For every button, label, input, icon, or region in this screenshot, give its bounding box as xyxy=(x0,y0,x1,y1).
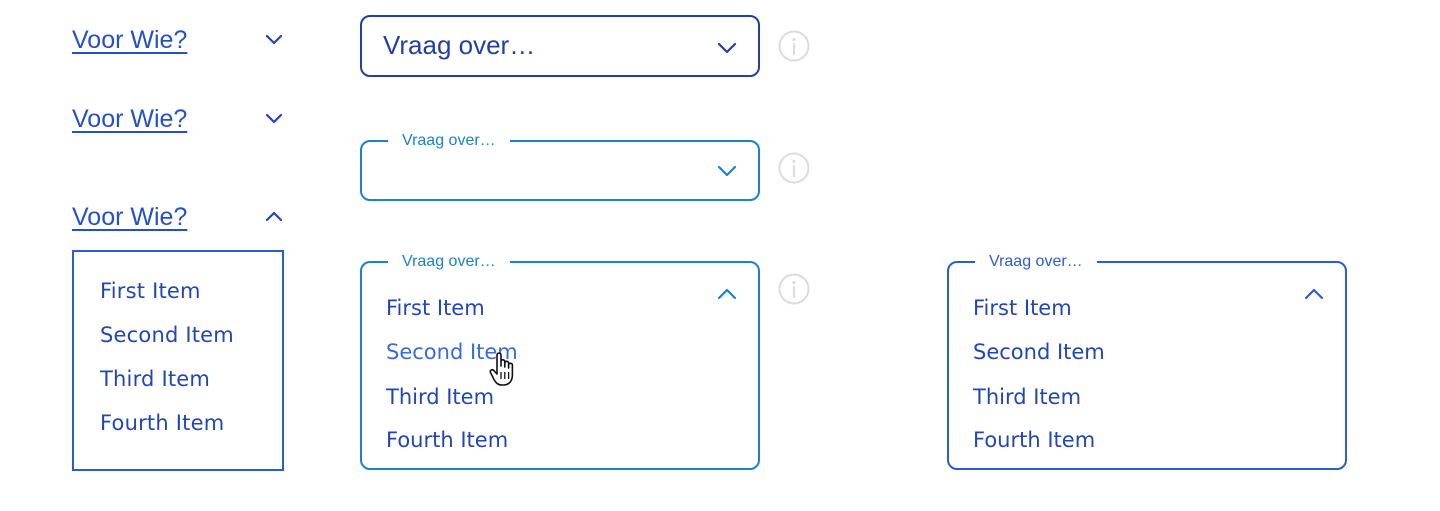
hand-cursor-icon xyxy=(489,352,514,386)
voor-wie-dropdown-3[interactable]: Voor Wie? xyxy=(72,202,288,238)
select-value: Vraag over… xyxy=(383,30,536,60)
vraag-over-select-open-hover[interactable]: Vraag over… First Item Second Item Third… xyxy=(360,253,760,470)
voor-wie-link[interactable]: Voor Wie? xyxy=(72,202,187,232)
list-item[interactable]: First Item xyxy=(100,278,201,304)
select-floating-label: Vraag over… xyxy=(388,132,510,150)
list-item[interactable]: Fourth Item xyxy=(973,427,1095,453)
chevron-down-icon[interactable] xyxy=(716,41,738,55)
chevron-down-icon[interactable] xyxy=(264,33,284,47)
voor-wie-dropdown-1[interactable]: Voor Wie? xyxy=(72,25,288,61)
list-item[interactable]: First Item xyxy=(973,295,1072,321)
chevron-down-icon[interactable] xyxy=(264,112,284,126)
info-icon[interactable] xyxy=(778,273,810,305)
vraag-over-select-open[interactable]: Vraag over… First Item Second Item Third… xyxy=(947,253,1347,470)
vraag-over-select-focused[interactable]: Vraag over… xyxy=(360,132,760,201)
list-item[interactable]: Fourth Item xyxy=(386,427,508,453)
voor-wie-link[interactable]: Voor Wie? xyxy=(72,25,187,55)
voor-wie-dropdown-2[interactable]: Voor Wie? xyxy=(72,104,288,140)
list-item[interactable]: Third Item xyxy=(973,384,1081,410)
chevron-down-icon[interactable] xyxy=(716,164,738,178)
list-item[interactable]: Third Item xyxy=(100,366,210,392)
select-floating-label: Vraag over… xyxy=(975,253,1097,271)
list-item[interactable]: Second Item xyxy=(100,322,234,348)
list-item[interactable]: First Item xyxy=(386,295,485,321)
chevron-up-icon[interactable] xyxy=(264,209,284,223)
list-item[interactable]: Second Item xyxy=(973,339,1105,365)
vraag-over-select-default[interactable]: Vraag over… xyxy=(360,15,760,77)
list-item[interactable]: Third Item xyxy=(386,384,494,410)
chevron-up-icon[interactable] xyxy=(1303,287,1325,301)
list-item[interactable]: Fourth Item xyxy=(100,410,224,436)
info-icon[interactable] xyxy=(778,30,810,62)
info-icon[interactable] xyxy=(778,152,810,184)
select-floating-label: Vraag over… xyxy=(388,253,510,271)
chevron-up-icon[interactable] xyxy=(716,287,738,301)
voor-wie-link[interactable]: Voor Wie? xyxy=(72,104,187,134)
voor-wie-options-list: First Item Second Item Third Item Fourth… xyxy=(72,250,284,471)
